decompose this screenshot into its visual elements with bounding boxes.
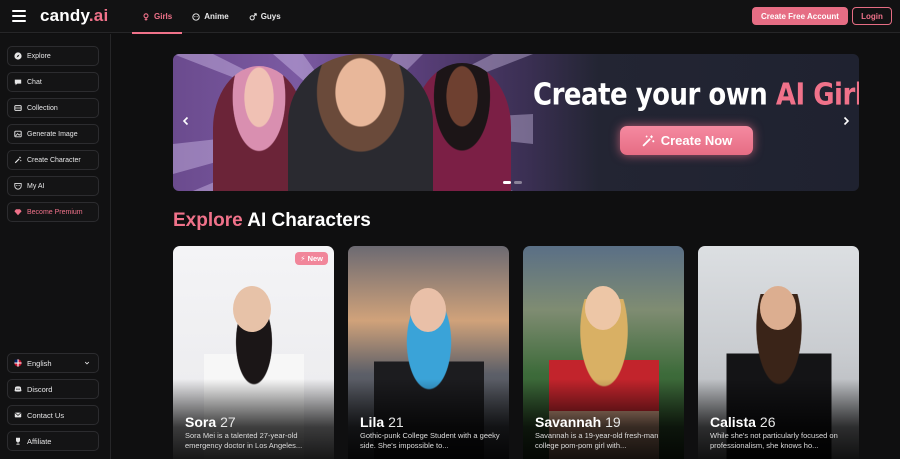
character-card[interactable]: Savannah 19 Savannah is a 19-year-old fre… bbox=[523, 246, 684, 459]
chat-icon bbox=[14, 78, 22, 86]
carousel-dot[interactable] bbox=[503, 181, 511, 184]
sidebar-item-explore[interactable]: Explore bbox=[7, 46, 99, 66]
category-tabs: Girls Anime Guys bbox=[132, 0, 291, 34]
character-image bbox=[760, 286, 796, 330]
sidebar-item-my-ai[interactable]: My AI bbox=[7, 176, 99, 196]
create-account-button[interactable]: Create Free Account bbox=[752, 7, 848, 25]
sidebar-item-collection[interactable]: Collection bbox=[7, 98, 99, 118]
hero-banner[interactable]: Create your own AI Girlfriend Create Now bbox=[173, 54, 859, 191]
character-card[interactable]: Calista 26 While she's not particularly f… bbox=[698, 246, 859, 459]
sidebar-item-premium[interactable]: Become Premium bbox=[7, 202, 99, 222]
trophy-icon bbox=[14, 437, 22, 445]
bolt-icon: ⚡ bbox=[300, 254, 306, 263]
carousel-indicators bbox=[503, 181, 522, 184]
flag-icon bbox=[14, 359, 22, 367]
sidebar-item-create-character[interactable]: Create Character bbox=[7, 150, 99, 170]
character-name: Calista 26 bbox=[710, 414, 776, 430]
hero-model-image bbox=[288, 54, 433, 191]
tab-girls[interactable]: Girls bbox=[132, 0, 183, 34]
character-image bbox=[233, 286, 271, 332]
character-card[interactable]: Lila 21 Gothic-punk College Student with … bbox=[348, 246, 509, 459]
female-icon bbox=[143, 12, 149, 21]
compass-icon bbox=[14, 52, 22, 60]
character-image bbox=[585, 286, 621, 330]
carousel-next-button[interactable] bbox=[839, 114, 853, 128]
collection-icon bbox=[14, 104, 22, 112]
image-icon bbox=[14, 130, 22, 138]
language-select[interactable]: English bbox=[7, 353, 99, 373]
chevron-right-icon bbox=[843, 116, 850, 126]
carousel-prev-button[interactable] bbox=[179, 114, 193, 128]
login-button[interactable]: Login bbox=[852, 7, 892, 25]
contact-icon bbox=[14, 411, 22, 419]
discord-icon bbox=[14, 385, 22, 393]
sidebar-item-discord[interactable]: Discord bbox=[7, 379, 99, 399]
chevron-down-icon bbox=[84, 361, 90, 365]
sidebar-item-chat[interactable]: Chat bbox=[7, 72, 99, 92]
male-icon bbox=[249, 12, 257, 20]
wand-icon bbox=[14, 156, 22, 164]
sidebar-item-contact[interactable]: Contact Us bbox=[7, 405, 99, 425]
character-name: Savannah 19 bbox=[535, 414, 621, 430]
character-image bbox=[410, 288, 446, 332]
tab-guys[interactable]: Guys bbox=[239, 0, 291, 33]
logo[interactable]: candy.ai bbox=[40, 6, 108, 26]
character-description: Savannah is a 19-year-old fresh-man coll… bbox=[535, 431, 659, 450]
new-badge: ⚡ New bbox=[295, 252, 328, 265]
diamond-icon bbox=[14, 208, 22, 216]
character-description: Gothic-punk College Student with a geeky… bbox=[360, 431, 500, 450]
chevron-left-icon bbox=[182, 116, 189, 126]
anime-icon bbox=[192, 12, 200, 21]
sidebar-item-generate-image[interactable]: Generate Image bbox=[7, 124, 99, 144]
character-description: While she's not particularly focused on … bbox=[710, 431, 838, 450]
hero-title: Create your own AI Girlfriend bbox=[533, 78, 859, 113]
tab-anime[interactable]: Anime bbox=[182, 0, 238, 33]
character-name: Lila 21 bbox=[360, 414, 404, 430]
section-title: Explore AI Characters bbox=[173, 210, 371, 231]
wand-icon bbox=[642, 134, 655, 147]
character-name: Sora 27 bbox=[185, 414, 236, 430]
create-now-button[interactable]: Create Now bbox=[620, 126, 753, 155]
menu-icon[interactable] bbox=[12, 10, 26, 22]
carousel-dot[interactable] bbox=[514, 181, 522, 184]
character-card[interactable]: ⚡ New Sora 27 Sora Mei is a talented 27-ye… bbox=[173, 246, 334, 459]
top-bar: candy.ai Girls Anime Guys Create Free Ac… bbox=[0, 0, 900, 34]
character-description: Sora Mei is a talented 27-year-old emerg… bbox=[185, 431, 303, 450]
sidebar-item-affiliate[interactable]: Affiliate bbox=[7, 431, 99, 451]
mask-icon bbox=[14, 182, 22, 190]
sidebar: Explore Chat Collection Generate Image C… bbox=[0, 34, 111, 459]
